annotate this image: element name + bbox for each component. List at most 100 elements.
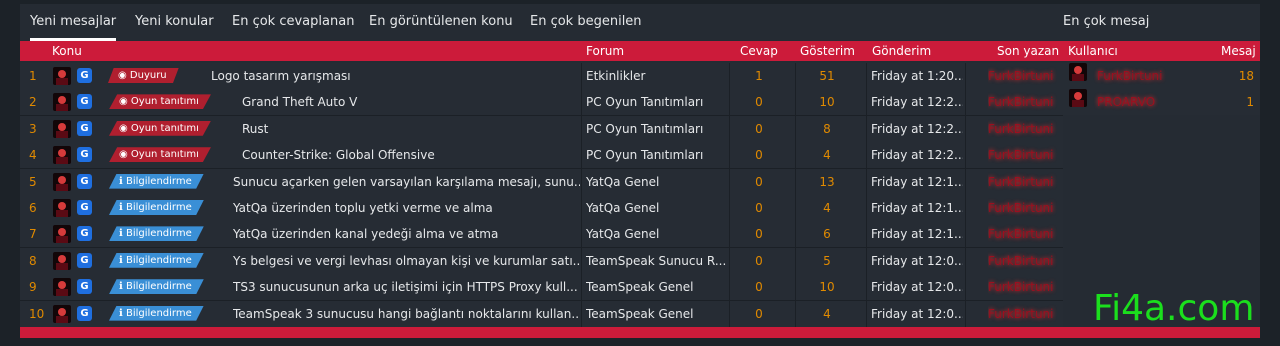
thread-title-link[interactable]: Counter-Strike: Global Offensive	[242, 142, 580, 168]
row-number: 1	[29, 69, 37, 83]
thread-title-link[interactable]: Rust	[242, 116, 580, 142]
last-poster-link[interactable]: FurkBirtuni	[988, 169, 1060, 195]
post-date[interactable]: Friday at 12:1...	[871, 221, 963, 247]
post-date[interactable]: Friday at 1:20...	[871, 63, 963, 89]
last-poster-link[interactable]: FurkBirtuni	[988, 274, 1060, 300]
post-date[interactable]: Friday at 12:1...	[871, 169, 963, 195]
header-son-yazan[interactable]: Son yazan	[997, 41, 1059, 61]
post-date[interactable]: Friday at 12:1...	[871, 195, 963, 221]
view-count: 8	[823, 121, 831, 136]
last-poster-link[interactable]: FurkBirtuni	[988, 116, 1060, 142]
prefix-badge[interactable]: ◉ Duyuru	[108, 68, 179, 83]
post-date[interactable]: Friday at 12:2...	[871, 142, 963, 168]
thread-title-link[interactable]: YatQa üzerinden toplu yetki verme ve alm…	[233, 195, 580, 221]
prefix-badge[interactable]: ℹ Bilgilendirme	[109, 305, 204, 321]
avatar[interactable]	[53, 199, 71, 217]
avatar[interactable]	[53, 225, 71, 244]
prefix-badge[interactable]: ℹ Bilgilendirme	[109, 252, 204, 268]
thread-title-link[interactable]: TeamSpeak 3 sunucusu hangi bağlantı nokt…	[233, 301, 580, 327]
prefix-label: Oyun tanıtımı	[130, 149, 199, 161]
table-row[interactable]: 9 Gℹ Bilgilendirme TS3 sunucusunun arka uç…	[20, 274, 1063, 302]
thread-title-link[interactable]: Logo tasarım yarışması	[211, 63, 580, 89]
row-number: 10	[29, 306, 45, 321]
prefix-badge[interactable]: ℹ Bilgilendirme	[109, 200, 204, 215]
avatar[interactable]	[53, 67, 71, 85]
forum-link[interactable]: TeamSpeak Sunucu R...	[586, 248, 726, 274]
forum-link[interactable]: Etkinlikler	[586, 63, 726, 89]
top-poster-row[interactable]: PROARVO 1	[1063, 89, 1260, 116]
tab-new-topics[interactable]: Yeni konular	[135, 4, 214, 40]
post-date[interactable]: Friday at 12:2...	[871, 89, 963, 115]
prefix-badge[interactable]: ℹ Bilgilendirme	[109, 173, 204, 189]
gamepad-icon: ◉	[119, 96, 131, 108]
table-row[interactable]: 1 G ◉ Duyuru Logo tasarım yarışması Etkinlik…	[20, 63, 1063, 90]
table-row[interactable]: 4 G ◉ Oyun tanıtımı Counter-Strike: Global …	[20, 142, 1063, 170]
header-gosterim[interactable]: Gösterim	[800, 41, 855, 61]
row-number: 7	[29, 227, 37, 242]
prefix-badge[interactable]: ℹ Bilgilendirme	[109, 279, 204, 295]
table-row[interactable]: 6 Gℹ Bilgilendirme YatQa üzerinden toplu y…	[20, 195, 1063, 222]
thread-title-link[interactable]: Sunucu açarken gelen varsayılan karşılam…	[233, 169, 580, 195]
post-date[interactable]: Friday at 12:0...	[871, 301, 963, 327]
forum-link[interactable]: PC Oyun Tanıtımları	[586, 89, 726, 115]
header-forum[interactable]: Forum	[586, 41, 624, 61]
table-row[interactable]: 10 Gℹ Bilgilendirme TeamSpeak 3 sunucusu h…	[20, 300, 1063, 328]
avatar[interactable]	[53, 93, 71, 112]
avatar[interactable]	[1069, 89, 1087, 108]
last-poster-link[interactable]: FurkBirtuni	[988, 221, 1060, 247]
header-gonderim[interactable]: Gönderim	[872, 41, 931, 61]
thread-title-link[interactable]: TS3 sunucusunun arka uç iletişimi için H…	[233, 274, 580, 300]
forum-link[interactable]: PC Oyun Tanıtımları	[586, 142, 726, 168]
google-icon: G	[77, 173, 92, 189]
table-row[interactable]: 8 Gℹ Bilgilendirme Ys belgesi ve vergi lev…	[20, 247, 1063, 275]
forum-link[interactable]: PC Oyun Tanıtımları	[586, 116, 726, 142]
last-poster-link[interactable]: FurkBirtuni	[988, 195, 1060, 221]
post-date[interactable]: Friday at 12:0...	[871, 274, 963, 300]
forum-link[interactable]: TeamSpeak Genel	[586, 274, 726, 300]
tab-new-messages[interactable]: Yeni mesajlar	[30, 4, 117, 41]
reply-count: 0	[755, 306, 763, 321]
poster-name-link[interactable]: FurkBirtuni	[1097, 63, 1162, 89]
avatar[interactable]	[53, 119, 71, 138]
forum-link[interactable]: YatQa Genel	[586, 195, 726, 221]
header-cevap[interactable]: Cevap	[740, 41, 778, 61]
last-poster-link[interactable]: FurkBirtuni	[988, 301, 1060, 327]
table-row[interactable]: 2 G ◉ Oyun tanıtımı Grand Theft Auto V PC Oy…	[20, 89, 1063, 117]
top-poster-row[interactable]: FurkBirtuni 18	[1063, 63, 1260, 89]
row-number: 8	[29, 253, 37, 268]
forum-link[interactable]: YatQa Genel	[586, 221, 726, 247]
last-poster-link[interactable]: FurkBirtuni	[988, 142, 1060, 168]
tab-most-replied[interactable]: En çok cevaplanan	[232, 4, 354, 40]
thread-title-link[interactable]: Ys belgesi ve vergi levhası olmayan kişi…	[233, 248, 580, 274]
tab-most-viewed[interactable]: En görüntülenen konu	[369, 4, 513, 40]
last-poster-link[interactable]: FurkBirtuni	[988, 63, 1060, 89]
avatar[interactable]	[53, 146, 71, 165]
prefix-badge[interactable]: ◉ Oyun tanıtımı	[109, 94, 211, 110]
avatar[interactable]	[1069, 63, 1087, 81]
avatar[interactable]	[53, 172, 71, 191]
prefix-badge[interactable]: ◉ Oyun tanıtımı	[109, 120, 211, 136]
tab-most-liked[interactable]: En çok begenilen	[530, 4, 642, 40]
header-konu[interactable]: Konu	[52, 41, 82, 61]
reply-count: 0	[755, 148, 763, 163]
post-date[interactable]: Friday at 12:2...	[871, 116, 963, 142]
last-poster-link[interactable]: FurkBirtuni	[988, 248, 1060, 274]
gamepad-icon: ◉	[119, 122, 131, 134]
poster-name-link[interactable]: PROARVO	[1097, 89, 1155, 115]
forum-link[interactable]: TeamSpeak Genel	[586, 301, 726, 327]
post-date[interactable]: Friday at 12:0...	[871, 248, 963, 274]
last-poster-link[interactable]: FurkBirtuni	[988, 89, 1060, 115]
table-row[interactable]: 3 G ◉ Oyun tanıtımı Rust PC Oyun Tanıtımları…	[20, 115, 1063, 143]
prefix-badge[interactable]: ◉ Oyun tanıtımı	[109, 147, 211, 163]
prefix-badge[interactable]: ℹ Bilgilendirme	[109, 226, 204, 242]
thread-title-link[interactable]: YatQa üzerinden kanal yedeği alma ve atm…	[233, 221, 580, 247]
avatar[interactable]	[53, 278, 71, 297]
table-row[interactable]: 5 Gℹ Bilgilendirme Sunucu açarken gelen va…	[20, 168, 1063, 196]
table-row[interactable]: 7 Gℹ Bilgilendirme YatQa üzerinden kanal y…	[20, 221, 1063, 249]
thread-title-link[interactable]: Grand Theft Auto V	[242, 89, 580, 115]
avatar[interactable]	[53, 251, 71, 270]
tab-most-posts[interactable]: En çok mesaj	[1063, 4, 1149, 40]
forum-link[interactable]: YatQa Genel	[586, 169, 726, 195]
post-count: 18	[1238, 69, 1254, 83]
avatar[interactable]	[53, 304, 71, 323]
